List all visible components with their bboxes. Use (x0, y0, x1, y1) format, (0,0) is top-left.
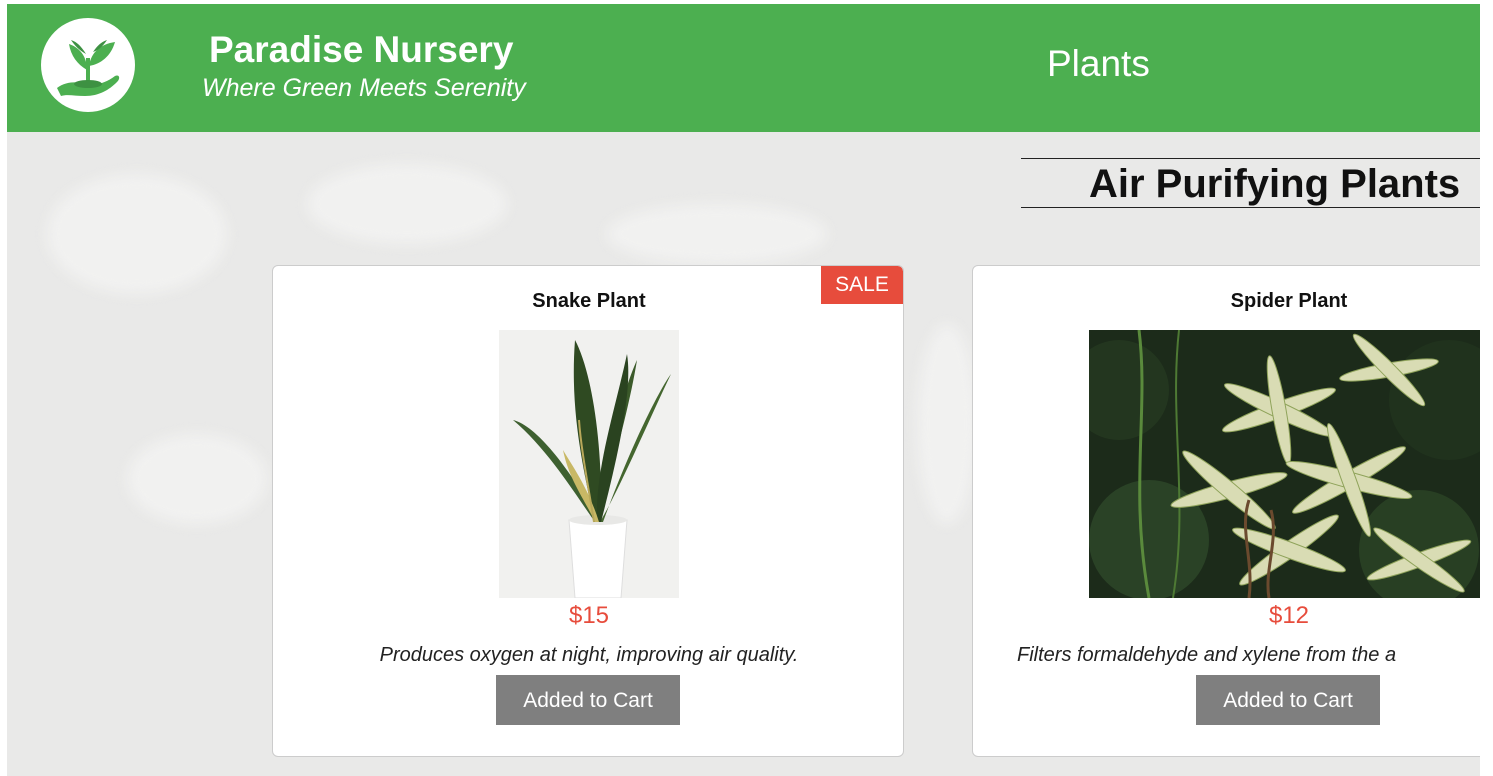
background-blob (127, 434, 267, 524)
product-price: $12 (1268, 602, 1310, 629)
product-card: SALE Snake Plant $15 Produces oxygen at … (272, 265, 904, 757)
site-header: Paradise Nursery Where Green Meets Seren… (7, 4, 1480, 132)
product-description: Filters formaldehyde and xylene from the… (1017, 644, 1397, 666)
product-card: Spider Plant $12 Filters formaldehyde an… (972, 265, 1480, 757)
category-heading: Air Purifying Plants (1021, 158, 1480, 208)
brand-title: Paradise Nursery (209, 29, 514, 70)
nav-link-plants[interactable]: Plants (1047, 42, 1150, 86)
page: Paradise Nursery Where Green Meets Seren… (7, 4, 1480, 776)
logo[interactable] (41, 18, 135, 112)
snake-plant-image (499, 330, 679, 598)
background-blob (307, 164, 507, 244)
add-to-cart-button[interactable]: Added to Cart (496, 675, 680, 725)
background-blob (47, 174, 227, 294)
product-name: Spider Plant (1230, 290, 1348, 312)
brand-tagline: Where Green Meets Serenity (202, 74, 526, 102)
background-blob (607, 204, 827, 264)
add-to-cart-button[interactable]: Added to Cart (1196, 675, 1380, 725)
product-name: Snake Plant (532, 290, 646, 312)
product-price: $15 (568, 602, 610, 629)
seedling-in-hand-icon (57, 40, 120, 96)
product-description: Produces oxygen at night, improving air … (379, 644, 799, 666)
background-blob (917, 324, 977, 524)
spider-plant-image (1089, 330, 1480, 598)
